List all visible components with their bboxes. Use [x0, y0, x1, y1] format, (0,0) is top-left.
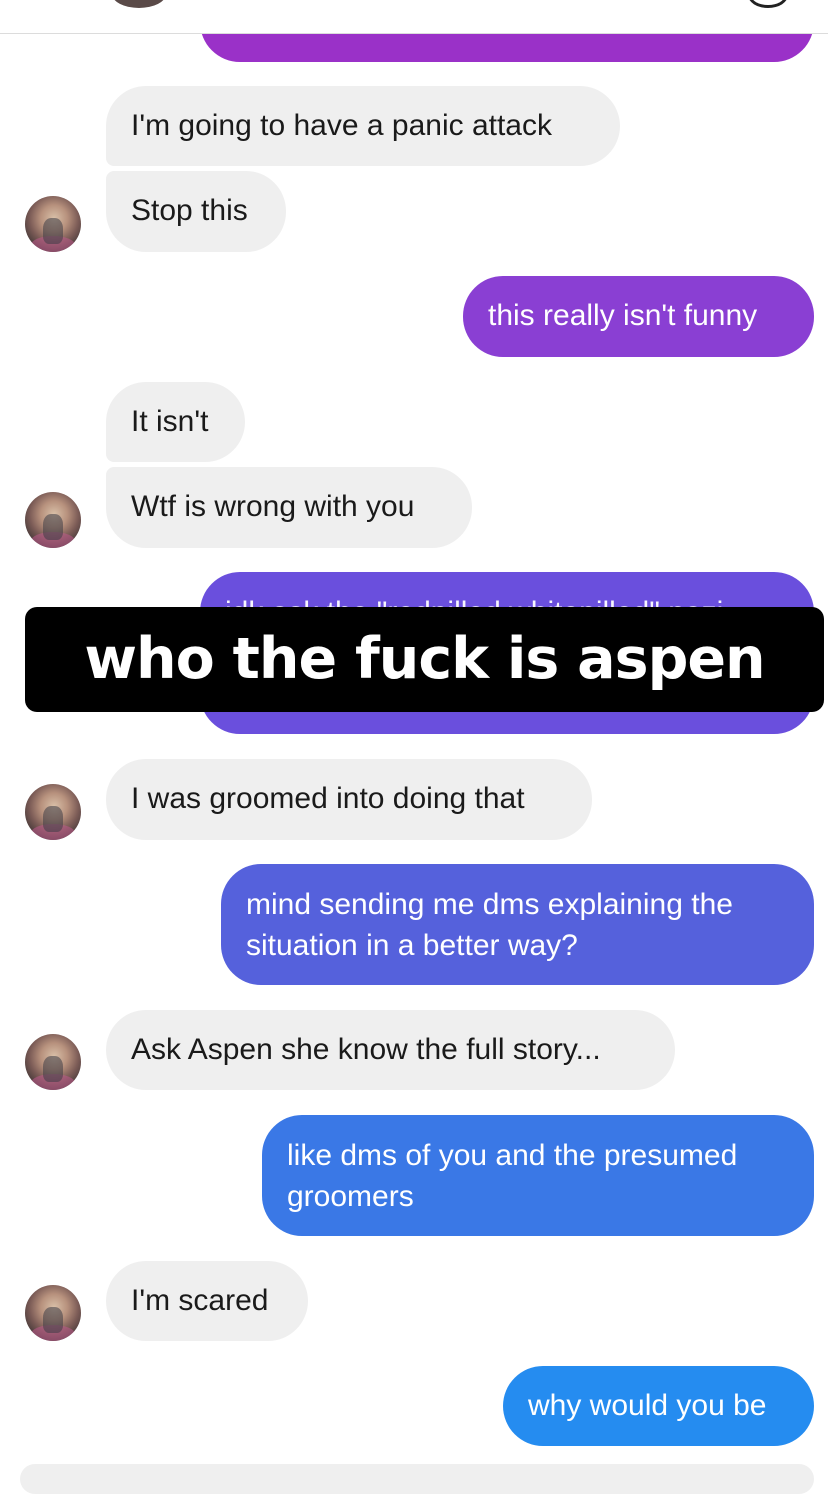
message-text: this really isn't funny: [488, 299, 758, 332]
message-text: like dms of you and the presumed groomer…: [287, 1139, 738, 1213]
message-text: Wtf is wrong with you: [131, 490, 415, 523]
message-text: I was groomed into doing that: [131, 782, 525, 815]
sender-avatar[interactable]: [25, 784, 81, 840]
incoming-message: Wtf is wrong with you: [106, 467, 472, 548]
sender-avatar[interactable]: [25, 196, 81, 252]
message-text: I'm scared: [131, 1284, 269, 1317]
outgoing-message: this really isn't funny: [463, 276, 814, 357]
sender-avatar[interactable]: [25, 1285, 81, 1341]
incoming-message: Stop this: [106, 171, 286, 252]
message-text: Stop this: [131, 194, 248, 227]
message-text: why would you be: [528, 1389, 767, 1422]
outgoing-message: mind sending me dms explaining the situa…: [221, 864, 814, 985]
outgoing-message: like dms of you and the presumed groomer…: [262, 1115, 814, 1236]
story-caption-overlay: who the fuck is aspen: [25, 607, 824, 712]
outgoing-message: why would you be: [503, 1366, 814, 1446]
incoming-message-partial: [20, 1464, 814, 1494]
caption-text: who the fuck is aspen: [84, 626, 765, 692]
info-icon[interactable]: [748, 0, 788, 8]
message-text: It isn't: [131, 405, 209, 438]
chat-header: [0, 0, 828, 34]
sender-avatar[interactable]: [25, 492, 81, 548]
incoming-message: I'm scared: [106, 1261, 308, 1341]
sender-avatar[interactable]: [25, 1034, 81, 1090]
incoming-message: I'm going to have a panic attack: [106, 86, 620, 166]
incoming-message: It isn't: [106, 382, 245, 462]
message-text: mind sending me dms explaining the situa…: [246, 888, 733, 962]
contact-avatar[interactable]: [112, 0, 166, 8]
message-text: I'm going to have a panic attack: [131, 109, 552, 142]
incoming-message: Ask Aspen she know the full story...: [106, 1010, 675, 1090]
incoming-message: I was groomed into doing that: [106, 759, 592, 840]
message-text: Ask Aspen she know the full story...: [131, 1033, 601, 1066]
